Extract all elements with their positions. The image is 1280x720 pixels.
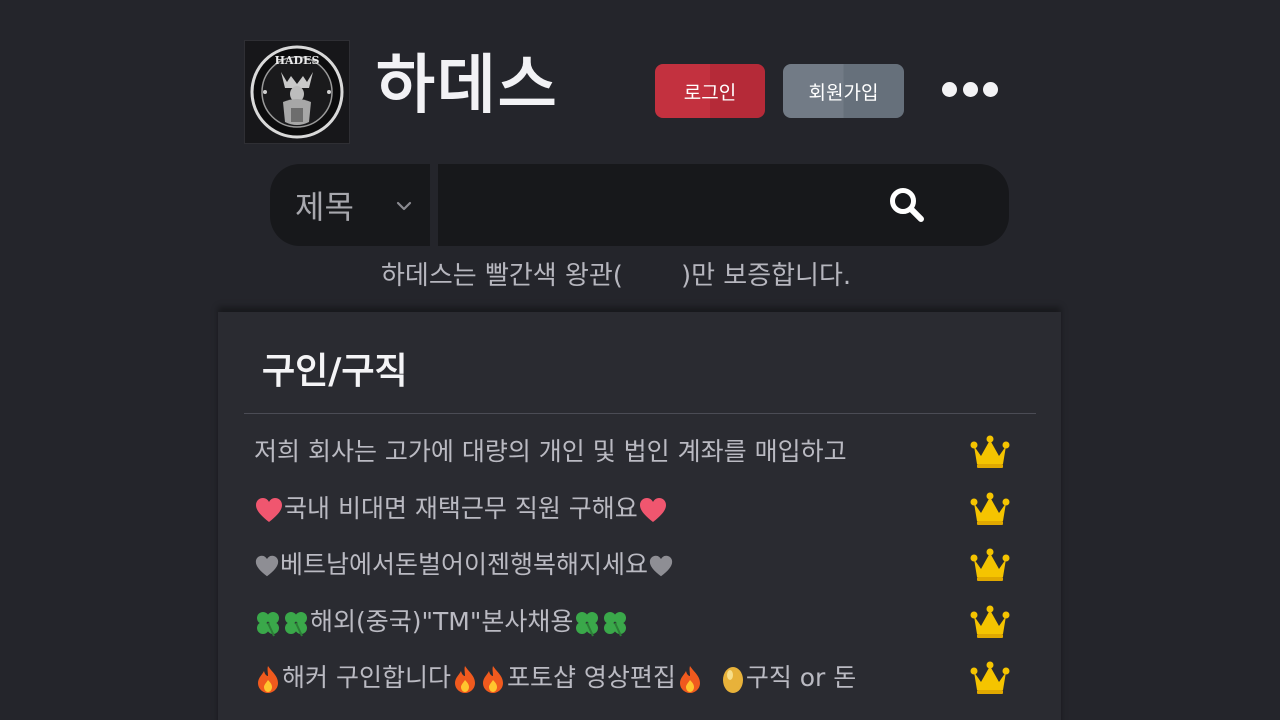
search-input[interactable] — [450, 180, 874, 232]
board-panel: 구인/구직 저희 회사는 고가에 대량의 개인 및 법인 계좌를 매입하고 국내… — [218, 312, 1061, 720]
fire-icon — [258, 666, 278, 693]
logo-text: HADES — [275, 54, 320, 67]
post-title: 베트남에서돈벌어이젠행복해지세요 — [280, 550, 649, 579]
clover-icon — [285, 612, 307, 637]
search-field-select[interactable]: 제목 — [270, 164, 430, 246]
list-item[interactable]: 해커 구인합니다 포토샵 영상편집 구직 or 돈 — [254, 656, 1024, 700]
crown-icon — [970, 548, 1010, 581]
grey-heart-icon — [255, 555, 279, 577]
list-item[interactable]: 해외(중국)"TM"본사채용 — [254, 600, 1024, 644]
post-title-part: 구직 or 돈 — [745, 663, 857, 692]
clover-icon — [257, 612, 279, 637]
crown-icon — [970, 605, 1010, 638]
search-bar: 제목 — [270, 164, 1009, 246]
pink-heart-icon — [639, 498, 666, 522]
chevron-down-icon — [396, 201, 412, 211]
list-item[interactable]: 국내 비대면 재택근무 직원 구해요 — [254, 487, 1024, 531]
post-title-part: 해커 구인합니다 — [282, 663, 451, 692]
post-title-part: 포토샵 영상편집 — [506, 663, 676, 692]
clover-icon — [604, 612, 627, 637]
search-button[interactable] — [884, 182, 930, 228]
search-divider — [430, 164, 438, 246]
search-field-label: 제목 — [295, 188, 354, 226]
notice-text-before: 하데스는 빨간색 왕관( — [381, 261, 623, 291]
list-item[interactable]: 베트남에서돈벌어이젠행복해지세요 — [254, 543, 1024, 587]
post-title: 해외(중국)"TM"본사채용 — [310, 607, 574, 636]
hades-logo[interactable]: HADES — [244, 40, 350, 144]
gold-egg-icon — [722, 667, 743, 693]
fire-icon — [482, 666, 503, 693]
grey-heart-icon — [649, 555, 673, 577]
search-icon — [890, 188, 924, 222]
fire-icon — [679, 666, 700, 693]
post-title: 국내 비대면 재택근무 직원 구해요 — [284, 494, 638, 523]
pink-heart-icon — [256, 498, 282, 522]
clover-icon — [576, 612, 599, 637]
crown-icon — [970, 435, 1010, 468]
list-item[interactable]: 저희 회사는 고가에 대량의 개인 및 법인 계좌를 매입하고 — [254, 430, 1024, 474]
crown-icon — [970, 492, 1010, 525]
crown-icon — [970, 661, 1010, 694]
hades-emblem-icon: HADES — [250, 45, 344, 139]
more-menu-icon[interactable] — [942, 74, 998, 104]
page: HADES 하데스 로그인 회원가입 제목 하데스는 빨간색 왕관()만 보증… — [0, 0, 1280, 720]
signup-button[interactable]: 회원가입 — [783, 64, 904, 118]
post-title[interactable]: 저희 회사는 고가에 대량의 개인 및 법인 계좌를 매입하고 — [254, 430, 847, 474]
fire-icon — [454, 666, 475, 693]
guarantee-notice: 하데스는 빨간색 왕관( )만 보증합니다. — [381, 254, 851, 298]
divider — [244, 413, 1036, 414]
login-button[interactable]: 로그인 — [655, 64, 765, 118]
notice-text-after: )만 보증합니다. — [680, 261, 852, 291]
site-title[interactable]: 하데스 — [376, 44, 559, 128]
board-title[interactable]: 구인/구직 — [262, 348, 408, 396]
